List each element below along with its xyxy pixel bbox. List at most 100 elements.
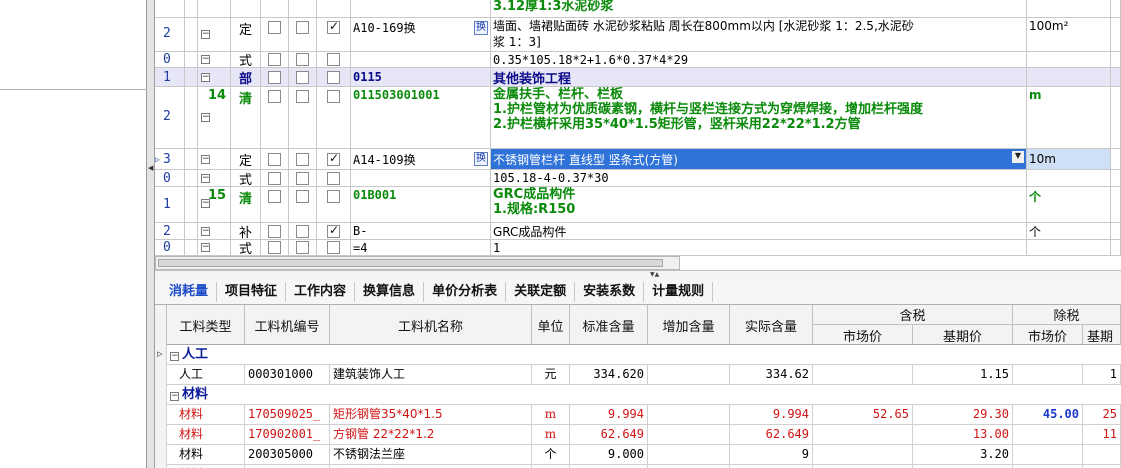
collapse-toggle-icon[interactable]: − (201, 226, 210, 236)
col-add-qty[interactable]: 增加含量 (648, 305, 730, 345)
quota-code[interactable]: B- (351, 223, 491, 239)
check-col-1[interactable] (261, 52, 289, 67)
group-cell[interactable]: − 材料 (167, 385, 1121, 405)
check-col-2[interactable] (289, 223, 317, 239)
quota-description[interactable]: 105.18-4-0.37*30 (491, 170, 1027, 186)
name-cell[interactable]: 矩形钢管35*40*1.5 (330, 405, 532, 425)
scrollbar-thumb[interactable] (158, 259, 663, 267)
tab-consumption[interactable]: 消耗量 (161, 281, 218, 302)
add-qty-cell[interactable] (648, 405, 730, 425)
checkbox[interactable] (296, 224, 309, 238)
collapse-toggle-icon[interactable]: − (201, 154, 210, 164)
market-price-excl-cell[interactable] (1013, 445, 1083, 465)
check-col-1[interactable] (261, 68, 289, 86)
collapse-toggle-icon[interactable]: − (201, 243, 210, 252)
checkbox[interactable] (327, 19, 340, 34)
checkbox[interactable] (268, 90, 281, 103)
check-col-1[interactable] (261, 170, 289, 186)
tab-measure-rules[interactable]: 计量规则 (644, 281, 714, 302)
checkbox[interactable] (296, 152, 309, 166)
col-std-qty[interactable]: 标准含量 (570, 305, 648, 345)
act-qty-cell[interactable]: 334.62 (730, 365, 813, 385)
quota-description[interactable]: 其他装饰工程 (491, 68, 1027, 86)
check-col-2[interactable] (289, 149, 317, 169)
std-qty-cell[interactable]: 9.000 (570, 445, 648, 465)
checkbox[interactable] (327, 223, 340, 238)
base-price-cell[interactable]: 1.15 (913, 365, 1013, 385)
check-col-1[interactable] (261, 18, 289, 51)
quota-row[interactable]: 0 − 式 0.35*105.18*2+1.6*0.37*4*29 (155, 52, 1121, 68)
splitter-grip-icon[interactable]: ▼▲ (650, 271, 659, 278)
quota-description[interactable]: 0.35*105.18*2+1.6*0.37*4*29 (491, 52, 1027, 67)
checkbox[interactable] (327, 151, 340, 166)
checkbox[interactable] (296, 241, 309, 254)
vertical-splitter[interactable]: ◀ (147, 0, 155, 468)
checkbox[interactable] (296, 171, 309, 185)
tree-cell[interactable]: − (198, 240, 231, 255)
add-qty-cell[interactable] (648, 445, 730, 465)
add-qty-cell[interactable] (648, 365, 730, 385)
col-market-price-excl[interactable]: 市场价 (1013, 325, 1083, 345)
unit-cell[interactable]: 元 (532, 365, 570, 385)
horizontal-splitter[interactable]: ▼▲ (155, 270, 1121, 279)
col-market-price[interactable]: 市场价 (813, 325, 913, 345)
collapse-toggle-icon[interactable]: − (201, 113, 210, 122)
check-col-1[interactable] (261, 149, 289, 169)
check-col-2[interactable] (289, 170, 317, 186)
quota-code[interactable] (351, 52, 491, 67)
std-qty-cell[interactable]: 9.994 (570, 405, 648, 425)
col-name[interactable]: 工料机名称 (330, 305, 532, 345)
conversion-icon[interactable]: 换 (474, 152, 488, 166)
quota-code[interactable]: A14-109换 换 (351, 149, 491, 169)
check-col-3[interactable] (317, 52, 351, 67)
check-col-3[interactable] (317, 87, 351, 148)
col-base-price[interactable]: 基期价 (913, 325, 1013, 345)
check-col-3[interactable] (317, 68, 351, 86)
tree-cell[interactable]: − (198, 170, 231, 186)
col-base-price-excl[interactable]: 基期 (1083, 325, 1121, 345)
tab-install-coeff[interactable]: 安装系数 (575, 281, 645, 302)
collapse-toggle-icon[interactable]: − (201, 173, 210, 183)
unit-cell[interactable]: 个 (532, 445, 570, 465)
unit-cell[interactable]: m (532, 405, 570, 425)
tree-cell[interactable]: − 14 (198, 87, 231, 148)
tree-cell[interactable]: − (198, 18, 231, 51)
checkbox[interactable] (268, 190, 281, 203)
code-cell[interactable]: 170902001_ (245, 425, 330, 445)
check-col-3[interactable] (317, 240, 351, 255)
col-act-qty[interactable]: 实际含量 (730, 305, 813, 345)
quota-description[interactable]: 1 (491, 240, 1027, 255)
base-price-cell[interactable]: 3.20 (913, 445, 1013, 465)
collapse-toggle-icon[interactable]: − (170, 392, 179, 401)
quota-row[interactable]: 0 − 式 105.18-4-0.37*30 (155, 170, 1121, 187)
checkbox[interactable] (327, 190, 340, 203)
quota-row[interactable]: 2 − 补 B- GRC成品构件 个 (155, 223, 1121, 240)
market-price-cell[interactable] (813, 425, 913, 445)
checkbox[interactable] (296, 53, 309, 66)
check-col-3[interactable] (317, 18, 351, 51)
group-cell[interactable]: − 人工 (167, 345, 1121, 365)
quota-code[interactable]: 01B001 (351, 187, 491, 222)
checkbox[interactable] (327, 241, 340, 254)
col-type[interactable]: 工料类型 (167, 305, 245, 345)
std-qty-cell[interactable]: 334.620 (570, 365, 648, 385)
base-price-excl-cell[interactable]: 25 (1083, 405, 1121, 425)
tab-price-analysis[interactable]: 单价分析表 (424, 281, 507, 302)
check-col-2[interactable] (289, 68, 317, 86)
market-price-excl-cell[interactable]: 45.00 (1013, 405, 1083, 425)
base-price-excl-cell[interactable]: 1 (1083, 365, 1121, 385)
horizontal-scrollbar[interactable] (155, 256, 680, 270)
type-cell[interactable]: 材料 (167, 445, 245, 465)
check-col-2[interactable] (289, 240, 317, 255)
quota-row[interactable]: 3.12厚1:3水泥砂浆 (155, 0, 1121, 18)
base-price-cell[interactable]: 13.00 (913, 425, 1013, 445)
resource-row[interactable]: 人工 000301000 建筑装饰人工元 334.620 334.62 1.15 1 (155, 365, 1121, 385)
checkbox[interactable] (327, 70, 340, 84)
quota-code[interactable]: 0115 (351, 68, 491, 86)
checkbox[interactable] (268, 224, 281, 238)
checkbox[interactable] (296, 21, 309, 34)
market-price-excl-cell[interactable] (1013, 425, 1083, 445)
base-price-excl-cell[interactable] (1083, 445, 1121, 465)
name-cell[interactable]: 方钢管 22*22*1.2 (330, 425, 532, 445)
checkbox[interactable] (296, 70, 309, 84)
